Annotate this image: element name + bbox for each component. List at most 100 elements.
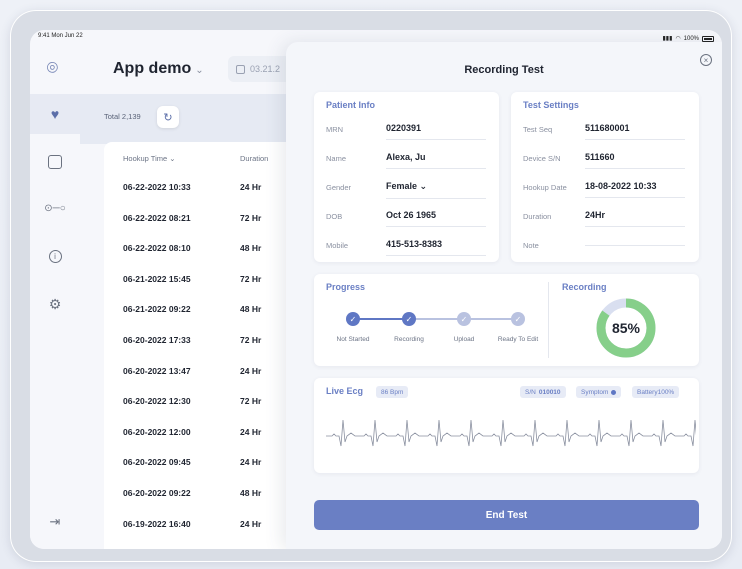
duration: 24 Hr [240,457,262,468]
field-label: Device S/N [523,154,561,163]
step-label: Not Started [336,336,370,343]
field-device-s-n[interactable]: Device S/N 511660 [523,148,687,170]
field-value[interactable] [585,239,685,246]
status-time: 9:41 Mon Jun 22 [38,33,83,39]
hookup-time: 06-20-2022 17:33 [123,335,191,345]
field-label: Hookup Date [523,183,567,192]
total-count: Total 2,139 [104,112,141,121]
field-value[interactable]: 0220391 [386,123,486,140]
field-hookup-date[interactable]: Hookup Date 18-08-2022 10:33 [523,177,687,199]
app-title-dropdown[interactable]: App demo ⌄ [113,60,204,78]
symptom-badge[interactable]: Symptom [576,386,622,398]
nav-devices[interactable]: ⊙─○ [30,188,80,228]
field-value[interactable]: 18-08-2022 10:33 [585,181,685,198]
dialog-title: Recording Test [464,64,544,76]
field-value[interactable]: 511680001 [585,123,685,140]
field-duration[interactable]: Duration 24Hr [523,206,687,228]
field-gender[interactable]: Gender Female ⌄ [326,177,487,199]
field-value[interactable]: 24Hr [585,210,685,227]
chevron-down-icon: ⌄ [195,65,204,76]
nav-info[interactable]: i [30,236,80,276]
column-header-hookup-time[interactable]: Hookup Time ⌄ [123,154,176,163]
field-value[interactable]: Alexa, Ju [386,152,486,169]
hookup-time: 06-20-2022 12:00 [123,426,191,437]
hookup-time: 06-19-2022 16:40 [123,518,191,529]
heart-pulse-icon: ♥ [50,106,60,122]
hookup-time: 06-21-2022 09:22 [123,304,191,315]
hookup-time: 06-20-2022 09:22 [123,488,191,498]
column-header-duration[interactable]: Duration [240,154,268,163]
wifi-icon: ◠ [675,36,681,42]
duration: 72 Hr [240,335,262,345]
step-label: Recording [394,336,424,343]
symptom-dot-icon [611,389,617,395]
sidebar: ◎ ♥ ⊙─○ i ⚙ ⇥ [30,44,94,549]
duration: 24 Hr [240,182,262,192]
nav-heart-monitor[interactable]: ♥ [30,94,94,134]
field-label: Duration [523,212,552,221]
progress-card: Progress ✓ Not Started ✓ Recording ✓ Upload ✓ R… [314,274,699,366]
refresh-icon: ↻ [163,111,173,124]
logout-icon: ⇥ [49,514,61,529]
duration: 24 Hr [240,365,262,376]
field-label: Note [523,241,539,250]
hookup-time: 06-21-2022 15:45 [123,273,191,284]
download-icon [48,155,62,169]
hookup-time: 06-22-2022 08:21 [123,212,191,223]
field-label: Test Seq [523,125,553,134]
info-icon: i [48,249,62,263]
test-settings-card: Test Settings Test Seq 511680001 Device S… [511,92,699,262]
field-mrn[interactable]: MRN 0220391 [326,119,487,141]
field-value[interactable]: 511660 [585,152,685,169]
nav-settings[interactable]: ⚙ [30,284,80,324]
duration: 48 Hr [240,304,262,315]
nav-download[interactable] [30,142,80,182]
serial-badge: S/N 010010 [520,386,566,398]
recording-progress-ring: 85% [596,298,656,358]
duration: 72 Hr [240,396,262,407]
field-mobile[interactable]: Mobile 415-513-8383 [326,235,487,257]
field-value[interactable]: Female ⌄ [386,181,486,199]
close-button[interactable]: × [700,54,712,66]
hookup-time: 06-22-2022 08:10 [123,243,191,254]
test-settings-title: Test Settings [523,100,579,110]
field-label: Name [326,154,347,163]
field-label: Gender [326,183,352,192]
field-label: MRN [326,125,344,134]
step-check-icon: ✓ [457,312,471,326]
live-ecg-card: Live Ecg 86 Bpm S/N 010010 Symptom Batter… [314,378,699,473]
field-name[interactable]: Name Alexa, Ju [326,148,487,170]
end-test-button[interactable]: End Test [314,500,699,530]
field-value[interactable]: Oct 26 1965 [386,210,486,227]
duration: 72 Hr [240,273,262,284]
patient-info-title: Patient Info [326,100,375,110]
step-connector [464,318,518,320]
ecg-waveform [326,419,696,447]
step-check-icon: ✓ [346,312,360,326]
app-screen: 9:41 Mon Jun 22 ▮▮▮ ◠ 100% ◎ ♥ ⊙─○ i ⚙ ⇥ [30,30,722,549]
nav-logout[interactable]: ⇥ [30,502,80,542]
duration: 48 Hr [240,488,262,498]
hookup-time: 06-22-2022 10:33 [123,182,191,192]
refresh-button[interactable]: ↻ [157,106,179,128]
hookup-time: 06-20-2022 12:30 [123,396,191,407]
battery-percent: 100% [683,35,699,42]
step-check-icon: ✓ [402,312,416,326]
field-dob[interactable]: DOB Oct 26 1965 [326,206,487,228]
field-note[interactable]: Note [523,235,687,257]
step-connector [409,318,464,320]
gear-icon: ⚙ [48,295,62,312]
recording-test-dialog: Recording Test × Patient Info MRN 022039… [286,42,722,549]
step-label: Ready To Edit [497,336,539,343]
field-value[interactable]: 415-513-8383 [386,239,486,256]
duration: 48 Hr [240,243,262,254]
link-device-icon: ⊙─○ [44,202,66,214]
step-check-icon: ✓ [511,312,525,326]
bpm-badge: 86 Bpm [376,386,409,398]
field-label: Mobile [326,241,349,250]
live-ecg-title: Live Ecg [326,386,364,396]
hookup-time: 06-20-2022 13:47 [123,365,191,376]
recording-title: Recording [562,282,607,292]
field-test-seq[interactable]: Test Seq 511680001 [523,119,687,141]
duration: 72 Hr [240,212,262,223]
